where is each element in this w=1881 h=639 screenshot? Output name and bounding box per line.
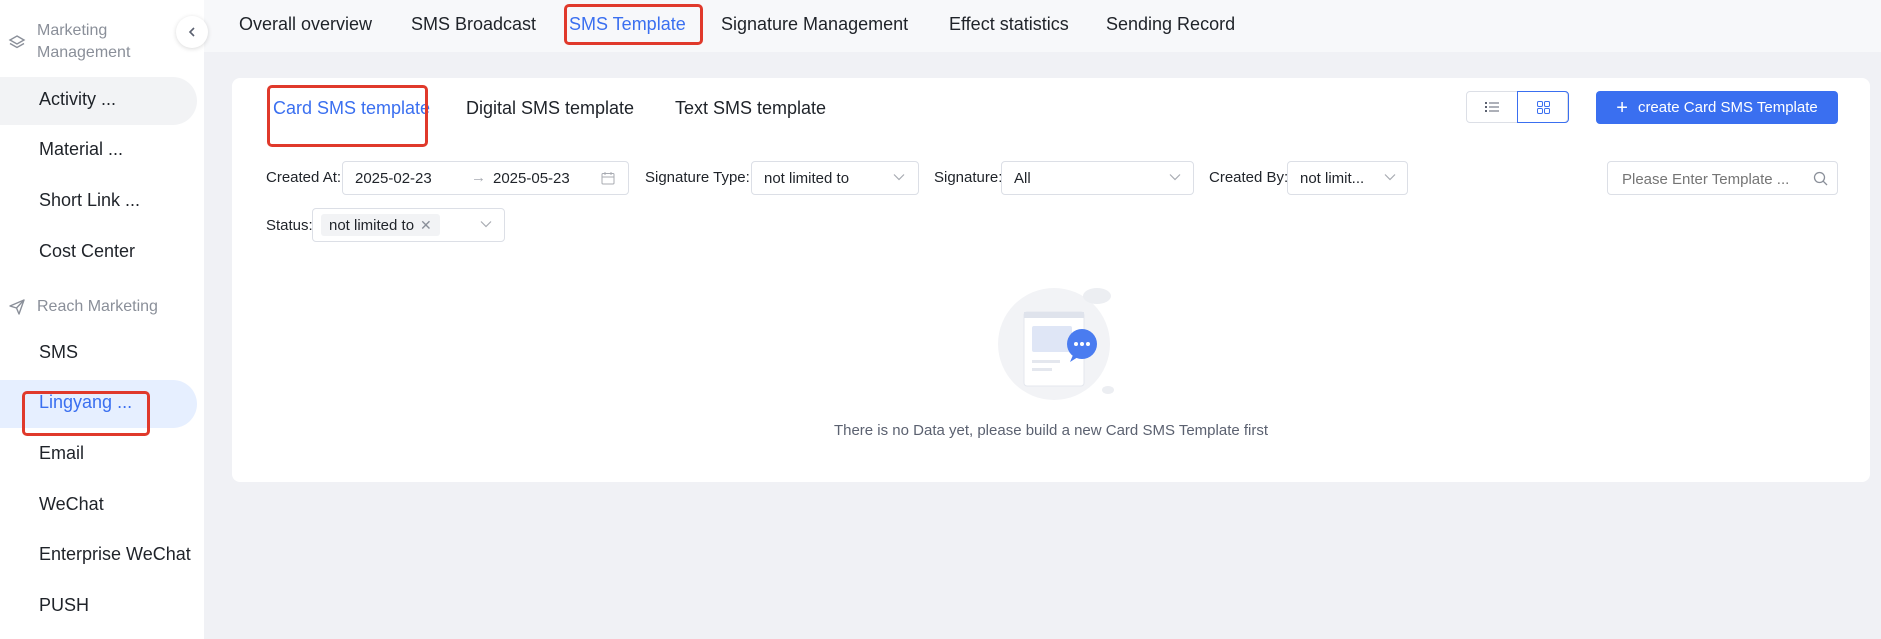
list-view-icon — [1485, 102, 1499, 112]
sidebar-item-wechat[interactable]: WeChat — [0, 482, 197, 530]
subtab-card-sms-template[interactable]: Card SMS template — [273, 98, 430, 119]
search-icon[interactable] — [1813, 171, 1828, 186]
empty-state-message: There is no Data yet, please build a new… — [833, 422, 1269, 439]
template-panel: Card SMS template Digital SMS template T… — [232, 78, 1870, 482]
signature-select[interactable]: All — [1001, 161, 1194, 195]
signature-type-label: Signature Type: — [645, 169, 750, 186]
sidebar-collapse-button[interactable] — [176, 16, 208, 48]
signature-label: Signature: — [934, 169, 1003, 186]
create-card-sms-template-button[interactable]: + create Card SMS Template — [1596, 91, 1838, 124]
created-at-range-picker[interactable]: 2025-02-23 → 2025-05-23 — [342, 161, 629, 195]
close-icon[interactable]: ✕ — [420, 217, 432, 233]
top-tab-bar: Overall overview SMS Broadcast SMS Templ… — [204, 0, 1881, 52]
range-arrow-icon: → — [471, 169, 486, 186]
status-select[interactable]: not limited to ✕ — [312, 208, 505, 242]
sidebar-item-enterprise-wechat[interactable]: Enterprise WeChat — [0, 532, 197, 580]
grid-view-icon — [1536, 100, 1550, 114]
created-at-end: 2025-05-23 — [493, 170, 570, 187]
created-by-label: Created By: — [1209, 169, 1289, 186]
tab-sending-record[interactable]: Sending Record — [1106, 14, 1235, 35]
sidebar-item-short-link[interactable]: Short Link ... — [0, 178, 197, 226]
tab-sms-broadcast[interactable]: SMS Broadcast — [411, 14, 536, 35]
sidebar-item-cost-center[interactable]: Cost Center — [0, 229, 197, 277]
sidebar: Marketing Management Activity ... Materi… — [0, 0, 204, 639]
list-view-button[interactable] — [1467, 92, 1517, 122]
sidebar-item-lingyang[interactable]: Lingyang ... — [0, 380, 197, 428]
sidebar-item-material[interactable]: Material ... — [0, 127, 197, 175]
status-label: Status: — [266, 217, 313, 234]
empty-state-illustration — [998, 288, 1114, 400]
sidebar-item-sms[interactable]: SMS — [0, 330, 197, 378]
template-search — [1607, 161, 1838, 195]
chevron-down-icon — [1169, 174, 1181, 181]
sidebar-item-email[interactable]: Email — [0, 431, 197, 479]
template-search-input[interactable] — [1620, 168, 1804, 190]
subtab-text-sms-template[interactable]: Text SMS template — [675, 98, 826, 119]
grid-view-button[interactable] — [1517, 91, 1569, 123]
tab-overall-overview[interactable]: Overall overview — [239, 14, 372, 35]
created-by-select[interactable]: not limit... — [1287, 161, 1408, 195]
sidebar-item-push[interactable]: PUSH — [0, 583, 197, 631]
calendar-icon — [601, 172, 615, 185]
layers-icon — [8, 35, 26, 49]
subtab-digital-sms-template[interactable]: Digital SMS template — [466, 98, 634, 119]
tab-signature-management[interactable]: Signature Management — [721, 14, 908, 35]
chevron-down-icon — [893, 174, 905, 181]
status-tag: not limited to ✕ — [321, 214, 440, 236]
signature-type-select[interactable]: not limited to — [751, 161, 919, 195]
tab-effect-statistics[interactable]: Effect statistics — [949, 14, 1069, 35]
plus-icon: + — [1616, 96, 1628, 119]
sidebar-item-activity[interactable]: Activity ... — [0, 77, 197, 125]
created-at-label: Created At: — [266, 169, 342, 186]
view-toggle — [1466, 91, 1569, 123]
send-icon — [9, 299, 25, 315]
chevron-down-icon — [480, 221, 492, 228]
chevron-down-icon — [1384, 174, 1396, 181]
tab-sms-template[interactable]: SMS Template — [569, 14, 686, 35]
chevron-left-icon — [188, 27, 195, 37]
created-at-start: 2025-02-23 — [355, 170, 432, 187]
